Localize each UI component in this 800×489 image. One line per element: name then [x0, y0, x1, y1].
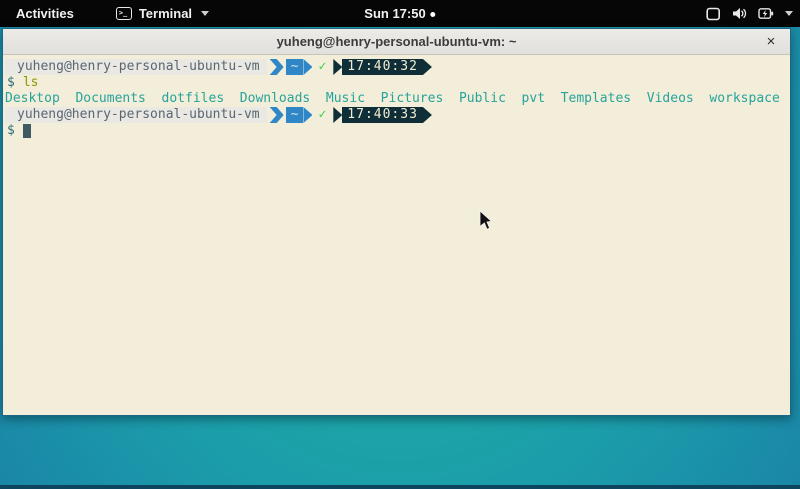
- powerline-arrow-icon: [303, 59, 312, 75]
- app-menu-terminal[interactable]: >_ Terminal: [116, 6, 209, 21]
- volume-icon: [732, 7, 747, 20]
- powerline-arrow-icon: [333, 59, 342, 75]
- desktop-bottom-edge: [0, 485, 800, 489]
- powerline-arrow-icon: [423, 59, 432, 75]
- dir-name: Public: [459, 91, 506, 107]
- notification-dot-icon: [431, 12, 436, 17]
- close-button[interactable]: ×: [760, 29, 782, 54]
- window-titlebar[interactable]: yuheng@henry-personal-ubuntu-vm: ~ ×: [3, 29, 790, 55]
- dir-name: Documents: [75, 91, 145, 107]
- command-line: $: [5, 123, 790, 139]
- prompt-cwd: ~: [286, 59, 304, 75]
- prompt-line: yuheng@henry-personal-ubuntu-vm ~ ✓ 17:4…: [5, 59, 790, 75]
- command-line: $ ls: [5, 75, 790, 91]
- powerline-chevron-icon: [270, 59, 284, 75]
- clock-menu[interactable]: Sun 17:50: [364, 6, 435, 21]
- prompt-time: 17:40:32: [342, 59, 423, 75]
- dir-name: dotfiles: [162, 91, 225, 107]
- powerline-arrow-icon: [333, 107, 342, 123]
- chevron-down-icon: [201, 11, 209, 16]
- success-check-icon: ✓: [318, 59, 326, 75]
- clock-label: Sun 17:50: [364, 6, 425, 21]
- prompt-userhost: yuheng@henry-personal-ubuntu-vm: [5, 59, 267, 75]
- dir-name: Templates: [561, 91, 631, 107]
- ls-output-line: Desktop Documents dotfiles Downloads Mus…: [5, 91, 790, 107]
- prompt-userhost: yuheng@henry-personal-ubuntu-vm: [5, 107, 267, 123]
- mouse-cursor: [479, 210, 493, 231]
- dir-name: Videos: [647, 91, 694, 107]
- powerline-arrow-icon: [423, 107, 432, 123]
- dir-name: Music: [326, 91, 365, 107]
- powerline-chevron-icon: [270, 107, 284, 123]
- system-status-menu[interactable]: [706, 7, 793, 21]
- dir-name: pvt: [522, 91, 545, 107]
- prompt-cwd: ~: [286, 107, 304, 123]
- terminal-window: yuheng@henry-personal-ubuntu-vm: ~ × yuh…: [2, 28, 791, 416]
- battery-charging-icon: [758, 7, 774, 20]
- command-text: ls: [23, 75, 39, 91]
- dir-name: Downloads: [240, 91, 310, 107]
- window-title: yuheng@henry-personal-ubuntu-vm: ~: [277, 34, 517, 49]
- terminal-viewport[interactable]: yuheng@henry-personal-ubuntu-vm ~ ✓ 17:4…: [3, 56, 790, 415]
- activities-button[interactable]: Activities: [12, 4, 78, 23]
- powerline-arrow-icon: [303, 107, 312, 123]
- terminal-cursor: [23, 124, 31, 138]
- display-icon: [706, 7, 721, 21]
- prompt-symbol: $: [5, 75, 15, 91]
- terminal-icon: >_: [116, 7, 132, 20]
- dir-name: Desktop: [5, 91, 60, 107]
- prompt-line: yuheng@henry-personal-ubuntu-vm ~ ✓ 17:4…: [5, 107, 790, 123]
- prompt-symbol: $: [5, 123, 15, 139]
- chevron-down-icon: [785, 11, 793, 16]
- dir-name: Pictures: [381, 91, 444, 107]
- prompt-time: 17:40:33: [342, 107, 423, 123]
- top-bar: Activities >_ Terminal Sun 17:50: [0, 0, 800, 27]
- success-check-icon: ✓: [318, 107, 326, 123]
- app-menu-label: Terminal: [139, 6, 192, 21]
- dir-name: workspace: [709, 91, 779, 107]
